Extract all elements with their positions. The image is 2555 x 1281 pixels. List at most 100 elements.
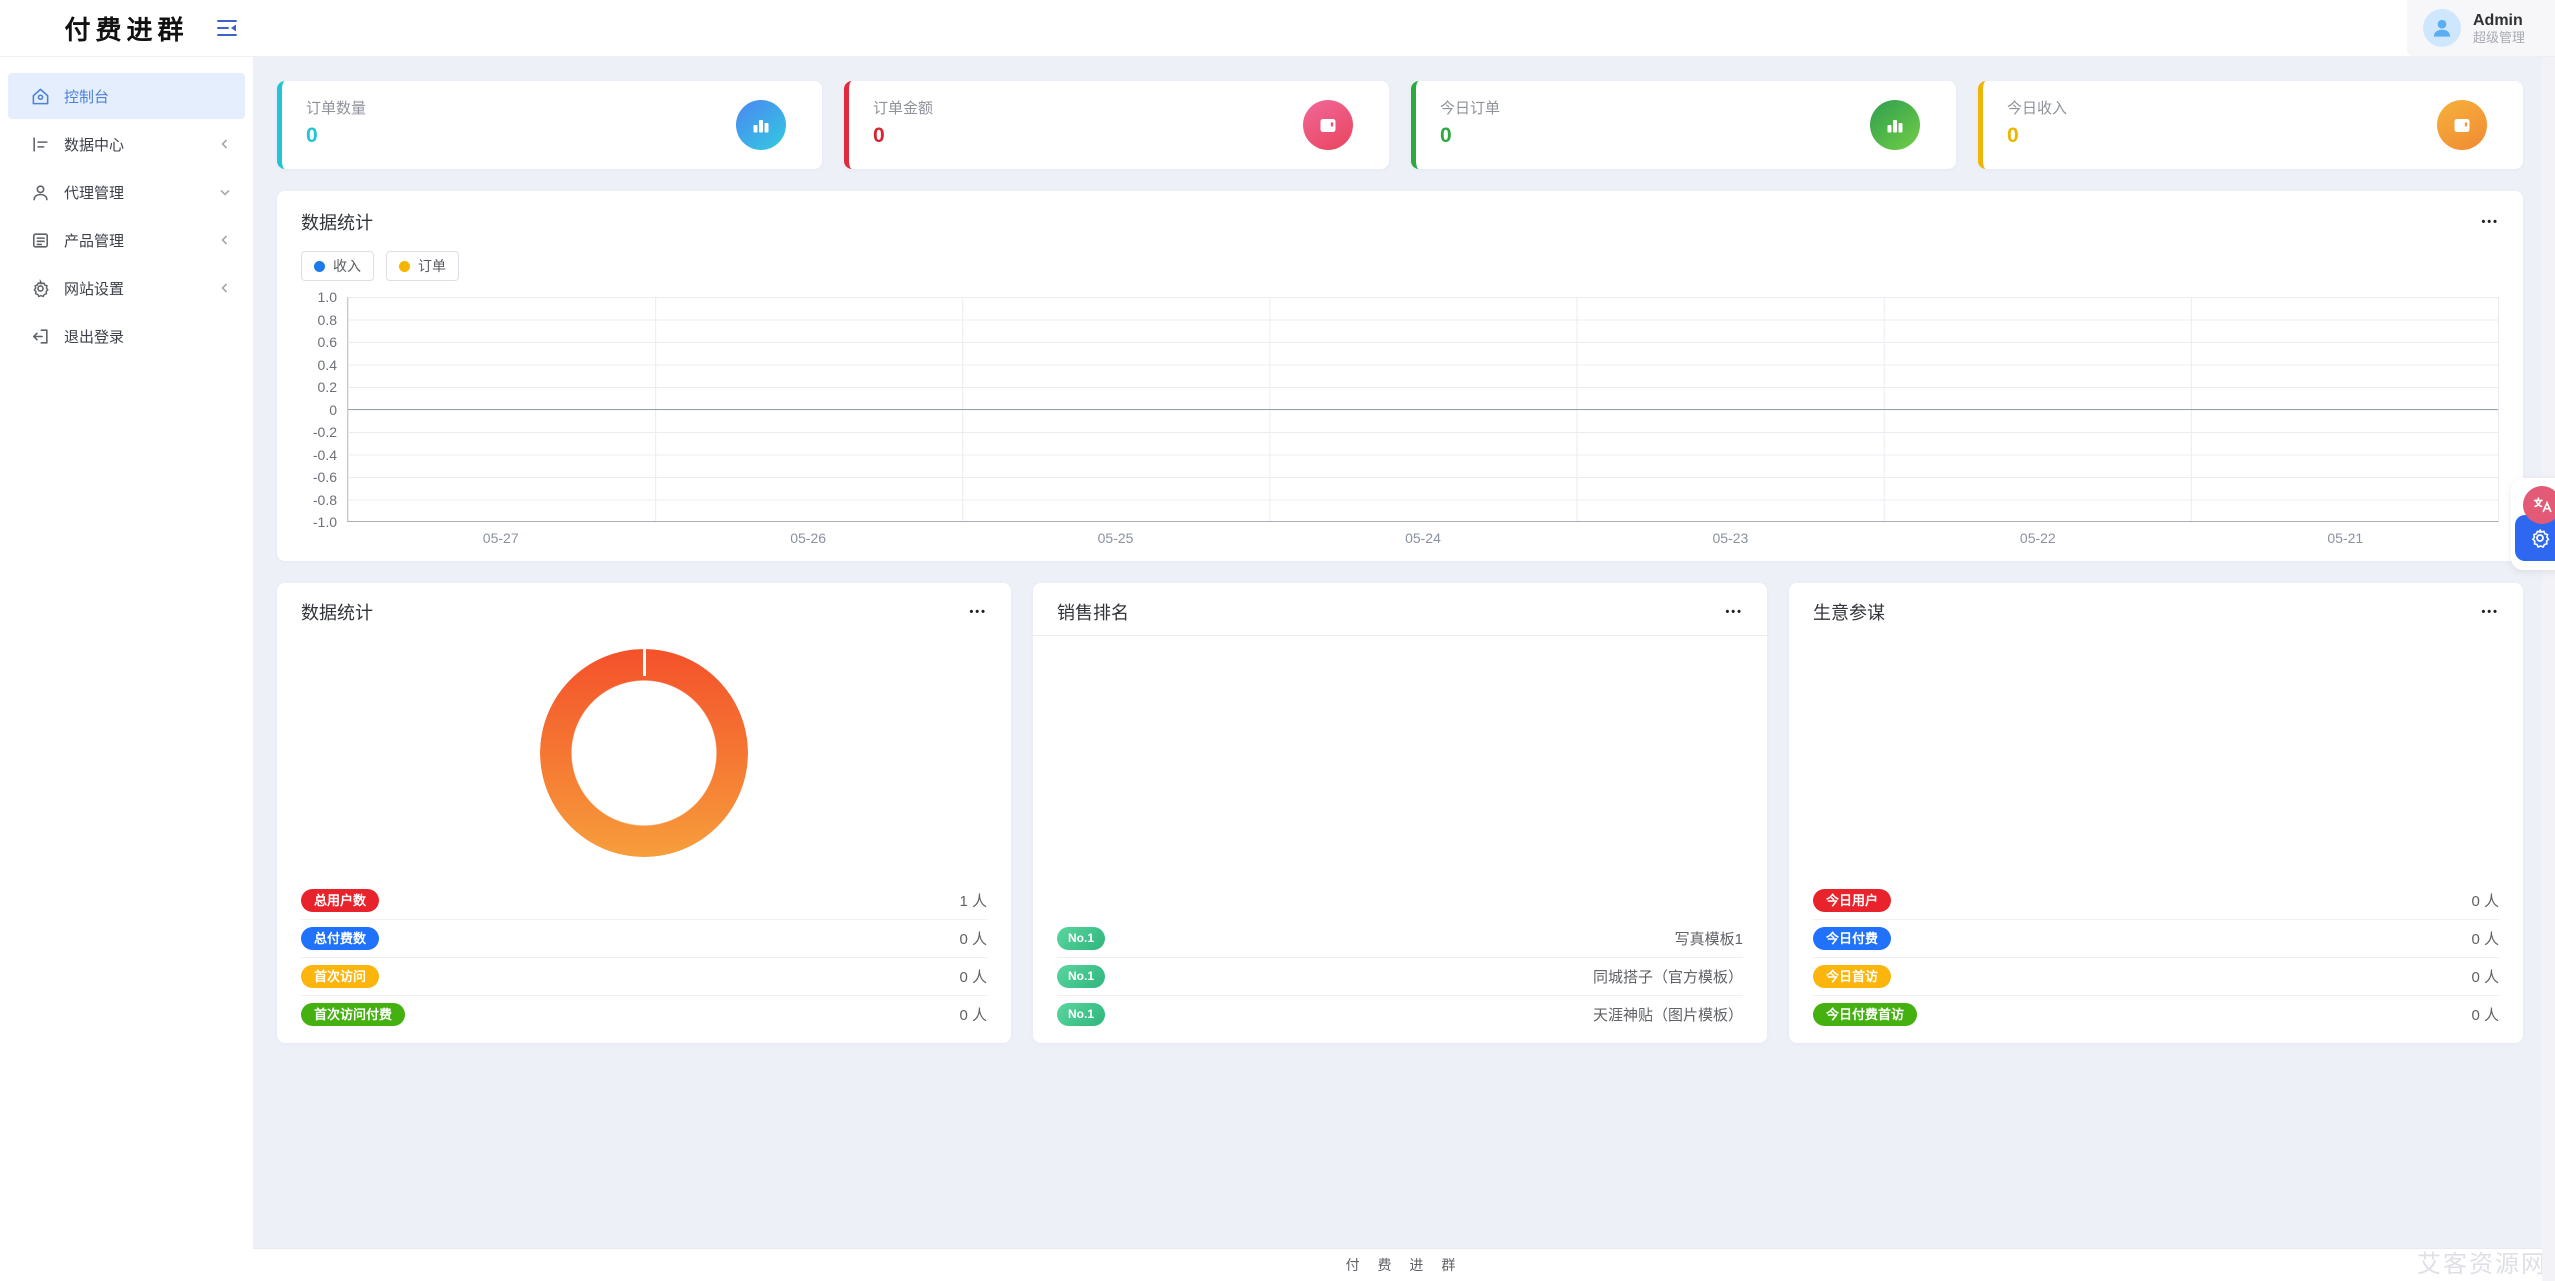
stat-label: 今日收入 <box>2007 97 2499 118</box>
x-tick-label: 05-27 <box>347 530 654 546</box>
stat-label: 订单金额 <box>873 97 1365 118</box>
stat-value: 0 <box>873 124 1365 148</box>
scrollbar-track[interactable] <box>2542 57 2555 1281</box>
y-tick-label: 1.0 <box>318 288 337 306</box>
y-tick-label: 0.8 <box>318 311 337 329</box>
user-menu[interactable]: Admin 超级管理 <box>2407 0 2555 56</box>
ellipsis-menu-icon[interactable]: ••• <box>1725 607 1743 617</box>
stat-cards-row: 订单数量 0 订单金额 0 今日订单 0 今日收入 0 <box>277 81 2523 169</box>
chevron-left-icon <box>219 234 231 246</box>
chevron-left-icon <box>219 282 231 294</box>
row-value: 0 人 <box>959 1004 987 1025</box>
legend-label: 收入 <box>333 256 361 276</box>
status-badge: 总用户数 <box>301 889 379 912</box>
product-name: 天涯神贴（图片模板） <box>1593 1004 1743 1025</box>
bar-chart-icon <box>736 100 786 150</box>
stat-row: 总付费数 0 人 <box>301 919 987 957</box>
x-tick-label: 05-24 <box>1269 530 1576 546</box>
sidebar-item-data-center[interactable]: 数据中心 <box>8 121 245 167</box>
stats-rows: 总用户数 1 人 总付费数 0 人 首次访问 0 人 首次访问付费 0 人 <box>301 881 987 1033</box>
donut-segment-divider <box>643 642 646 676</box>
home-icon <box>30 86 50 106</box>
stat-row: 今日付费首访 0 人 <box>1813 995 2499 1033</box>
row-value: 0 人 <box>2471 966 2499 987</box>
legend-label: 订单 <box>418 256 446 276</box>
footer-text: 付 费 进 群 <box>1346 1255 1463 1275</box>
stat-card-order-count: 订单数量 0 <box>277 81 822 169</box>
chevron-left-icon <box>219 138 231 150</box>
ellipsis-menu-icon[interactable]: ••• <box>2481 607 2499 617</box>
sidebar-item-console[interactable]: 控制台 <box>8 73 245 119</box>
translate-button[interactable] <box>2523 486 2555 524</box>
row-value: 0 人 <box>2471 928 2499 949</box>
y-axis-ticks: 1.00.80.60.40.20-0.2-0.4-0.6-0.8-1.0 <box>301 288 347 531</box>
stat-card-today-income: 今日收入 0 <box>1978 81 2523 169</box>
logout-icon <box>30 326 50 346</box>
status-badge: 今日付费 <box>1813 927 1891 950</box>
sidebar: 付费进群 控制台 <box>0 0 253 1281</box>
chevron-down-icon <box>219 186 231 198</box>
stat-value: 0 <box>1440 124 1932 148</box>
y-tick-label: -0.8 <box>313 491 337 509</box>
stat-value: 0 <box>2007 124 2499 148</box>
status-badge: 总付费数 <box>301 927 379 950</box>
stat-row: 总用户数 1 人 <box>301 881 987 919</box>
legend-chip[interactable]: 收入 <box>301 251 374 281</box>
sidebar-item-label: 代理管理 <box>64 182 124 203</box>
rank-row: No.1 同城搭子（官方模板） <box>1057 957 1743 995</box>
row-value: 0 人 <box>959 928 987 949</box>
sidebar-item-site-settings[interactable]: 网站设置 <box>8 265 245 311</box>
x-tick-label: 05-26 <box>654 530 961 546</box>
y-tick-label: 0.2 <box>318 378 337 396</box>
sidebar-menu: 控制台 数据中心 代理管理 <box>0 57 253 359</box>
footer: 付 费 进 群 <box>253 1248 2555 1281</box>
user-role: 超级管理 <box>2473 30 2525 46</box>
x-tick-label: 05-21 <box>2192 530 2499 546</box>
product-list-icon <box>30 230 50 250</box>
trend-chart: 1.00.80.60.40.20-0.2-0.4-0.6-0.8-1.0 05-… <box>301 297 2499 546</box>
sidebar-item-logout[interactable]: 退出登录 <box>8 313 245 359</box>
card-title: 生意参谋 <box>1813 599 1885 625</box>
status-badge: 首次访问付费 <box>301 1003 405 1026</box>
stat-row: 今日付费 0 人 <box>1813 919 2499 957</box>
ellipsis-menu-icon[interactable]: ••• <box>2481 217 2499 227</box>
stats-rows: 今日用户 0 人 今日付费 0 人 今日首访 0 人 今日付费首访 0 人 <box>1813 881 2499 1033</box>
y-tick-label: -0.4 <box>313 446 337 464</box>
chart-legend: 收入 订单 <box>301 251 2499 281</box>
y-tick-label: -0.2 <box>313 423 337 441</box>
y-tick-label: 0.4 <box>318 356 337 374</box>
legend-dot-icon <box>399 261 410 272</box>
rank-badge: No.1 <box>1057 965 1105 988</box>
sidebar-item-label: 控制台 <box>64 86 109 107</box>
stat-label: 今日订单 <box>1440 97 1932 118</box>
stat-card-today-orders: 今日订单 0 <box>1411 81 1956 169</box>
rank-row: No.1 写真模板1 <box>1057 919 1743 957</box>
rank-badge: No.1 <box>1057 1003 1105 1026</box>
legend-chip[interactable]: 订单 <box>386 251 459 281</box>
row-value: 0 人 <box>2471 1004 2499 1025</box>
sidebar-item-label: 产品管理 <box>64 230 124 251</box>
main-content: 订单数量 0 订单金额 0 今日订单 0 今日收入 0 <box>253 57 2555 1248</box>
status-badge: 今日用户 <box>1813 889 1891 912</box>
ellipsis-menu-icon[interactable]: ••• <box>969 607 987 617</box>
menu-fold-icon[interactable] <box>215 16 239 40</box>
wallet-icon <box>1303 100 1353 150</box>
watermark-text: 艾客资源网 <box>2417 1244 2547 1279</box>
stat-row: 今日用户 0 人 <box>1813 881 2499 919</box>
card-title: 数据统计 <box>301 209 373 235</box>
donut-ring <box>540 649 748 857</box>
zero-axis-line <box>348 409 2498 410</box>
donut-stats-card: 数据统计 ••• 总用户数 1 人 总付费数 0 人 首次访问 0 人 <box>277 583 1011 1043</box>
stat-card-order-amount: 订单金额 0 <box>844 81 1389 169</box>
sidebar-item-product-mgmt[interactable]: 产品管理 <box>8 217 245 263</box>
y-tick-label: 0 <box>329 401 337 419</box>
card-title: 数据统计 <box>301 599 373 625</box>
top-header: Admin 超级管理 <box>253 0 2555 57</box>
trend-chart-card: 数据统计 ••• 收入 订单 1.0 0.8 0.6 0.4 0.2 0 -0.2 -0.4 -… <box>277 191 2523 561</box>
product-name: 写真模板1 <box>1675 928 1743 949</box>
donut-chart <box>301 625 987 881</box>
y-tick-label: 0.6 <box>318 333 337 351</box>
x-tick-label: 05-23 <box>1577 530 1884 546</box>
row-value: 0 人 <box>2471 890 2499 911</box>
sidebar-item-agent-mgmt[interactable]: 代理管理 <box>8 169 245 215</box>
